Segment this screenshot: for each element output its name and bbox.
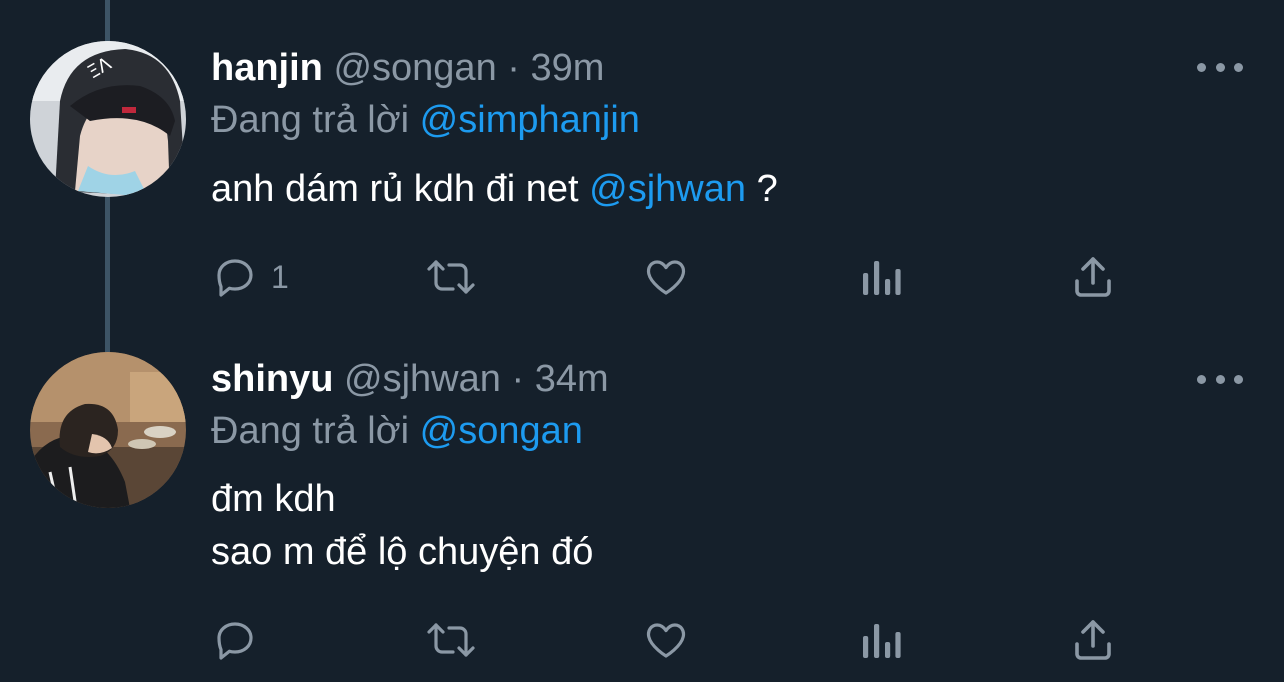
like-button[interactable] [641, 252, 691, 302]
retweet-button[interactable] [423, 615, 479, 665]
replying-to-label: Đang trả lời [211, 99, 410, 141]
views-icon [863, 261, 901, 295]
replying-to-mention[interactable]: @songan [420, 410, 583, 452]
replying-to-mention[interactable]: @simphanjin [420, 99, 640, 141]
tweet-actions: 1 [211, 252, 1171, 302]
more-icon-dot [1234, 374, 1243, 384]
tweet-mention[interactable]: @sjhwan [589, 168, 746, 210]
tweet-header: hanjin @songan · 39m [211, 46, 604, 90]
share-icon [1075, 620, 1111, 660]
reply-icon [217, 259, 253, 297]
retweet-icon [427, 623, 475, 657]
tweet[interactable]: ΞΛ hanjin @songan · 39m Đang trả lời @si… [0, 0, 1284, 340]
like-icon [646, 260, 686, 295]
handle[interactable]: @sjhwan [344, 358, 501, 400]
reply-button[interactable] [211, 615, 259, 665]
more-icon-dot [1234, 62, 1243, 72]
views-button[interactable] [859, 615, 903, 665]
more-icon-dot [1215, 374, 1225, 384]
tweet-text-suffix: ? [746, 168, 778, 210]
display-name[interactable]: hanjin [211, 47, 323, 89]
tweet[interactable]: shinyu @sjhwan · 34m Đang trả lời @songa… [0, 340, 1284, 682]
replying-to: Đang trả lời @songan [211, 409, 583, 453]
more-options-button[interactable] [1197, 367, 1243, 391]
replying-to-label: Đang trả lời [211, 410, 410, 452]
display-name[interactable]: shinyu [211, 358, 333, 400]
separator: · [507, 47, 520, 89]
share-icon [1075, 257, 1111, 297]
reply-count: 1 [271, 258, 289, 295]
more-icon [1197, 62, 1206, 72]
tweet-text: đm kdh sao m để lộ chuyện đó [211, 473, 593, 579]
views-icon [863, 624, 901, 658]
reply-icon [217, 622, 253, 660]
more-options-button[interactable] [1197, 55, 1243, 79]
avatar[interactable] [30, 352, 186, 508]
separator: · [511, 358, 525, 400]
tweet-text-content: anh dám rủ kdh đi net [211, 168, 579, 210]
reply-button[interactable]: 1 [211, 252, 289, 302]
share-button[interactable] [1069, 252, 1117, 302]
tweet-text: anh dám rủ kdh đi net @sjhwan ? [211, 163, 778, 216]
like-icon [646, 623, 686, 658]
share-button[interactable] [1069, 615, 1117, 665]
tweet-header: shinyu @sjhwan · 34m [211, 357, 609, 401]
tweet-text-line: đm kdh [211, 478, 336, 520]
more-icon-dot [1215, 62, 1225, 72]
more-icon [1197, 374, 1206, 384]
retweet-icon [427, 260, 475, 294]
handle[interactable]: @songan [333, 47, 496, 89]
views-button[interactable] [859, 252, 903, 302]
replying-to: Đang trả lời @simphanjin [211, 98, 640, 142]
timestamp[interactable]: 34m [535, 358, 609, 400]
retweet-button[interactable] [423, 252, 479, 302]
timestamp[interactable]: 39m [530, 47, 604, 89]
tweet-actions [211, 615, 1171, 665]
like-button[interactable] [641, 615, 691, 665]
tweet-text-line: sao m để lộ chuyện đó [211, 531, 594, 573]
avatar[interactable]: ΞΛ [30, 41, 186, 197]
